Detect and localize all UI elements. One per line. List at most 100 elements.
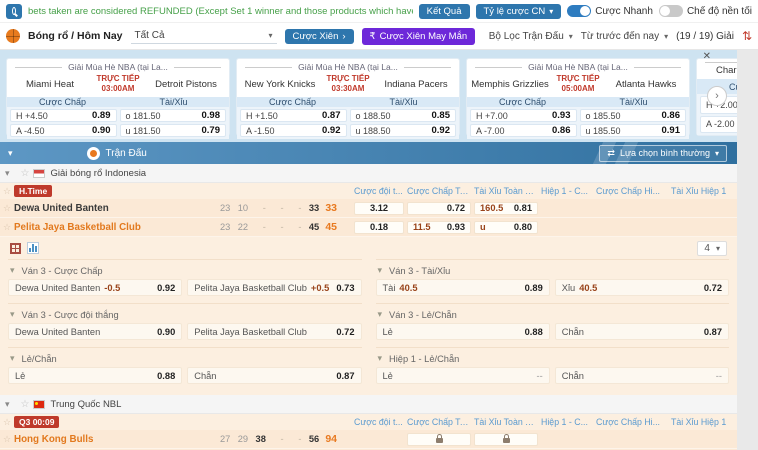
panel-header[interactable]: ▾Hiệp 1 - Lẻ/Chẵn xyxy=(376,350,730,367)
panel-header[interactable]: ▾Ván 3 - Cược đội thắng xyxy=(8,306,362,323)
chevron-down-icon: ▾ xyxy=(378,265,383,276)
live-match-card[interactable]: Giải Mùa Hè NBA (tại La... Miami Heat TR… xyxy=(6,58,230,136)
match-time: 03:00AM xyxy=(102,84,135,93)
favorite-star-icon[interactable]: ☆ xyxy=(21,168,30,179)
stats-chart-icon[interactable] xyxy=(27,242,39,254)
bet-cell[interactable]: Pelita Jaya Basketball Club0.72 xyxy=(187,323,361,340)
locked-odds-cell xyxy=(407,433,471,446)
bet-cell[interactable]: Chẵn-- xyxy=(555,367,729,384)
market-count-select[interactable]: 4▾ xyxy=(697,241,727,256)
odds-label: A -1.50 xyxy=(246,126,275,136)
odds-cell[interactable]: A -1.500.92 xyxy=(240,124,347,137)
odds-cell[interactable]: u 185.500.91 xyxy=(580,124,687,137)
grid-view-icon[interactable] xyxy=(10,243,21,254)
favorite-star-icon[interactable]: ☆ xyxy=(0,203,14,214)
odds-label: o 181.50 xyxy=(126,111,161,121)
close-icon[interactable]: ✕ xyxy=(703,52,711,62)
chevron-down-icon: ▾ xyxy=(715,149,719,158)
chevron-down-icon[interactable]: ▾ xyxy=(5,399,10,410)
odds-cell[interactable]: H +7.000.93 xyxy=(470,109,577,122)
overunder-line: u xyxy=(480,222,486,232)
dark-mode-toggle[interactable]: Chế độ nền tối xyxy=(659,5,752,17)
bet-cell[interactable]: Lẻ-- xyxy=(376,367,550,384)
carousel-next-button[interactable]: › xyxy=(707,86,727,106)
odds-cell[interactable]: A -7.000.86 xyxy=(470,124,577,137)
column-header: Hiệp 1 - C... xyxy=(541,417,593,427)
score-q3: - xyxy=(251,203,266,213)
card-league-name: Giải Mùa Hè NBA (tại La... xyxy=(237,59,459,73)
overunder-odds-cell[interactable]: u0.80 xyxy=(474,221,538,234)
filter-bar: Bóng rổ / Hôm Nay Tất Cả ▾ Cược Xiên› ₹C… xyxy=(0,23,758,50)
panel-header[interactable]: ▾Lẻ/Chẵn xyxy=(8,350,362,367)
panel-header[interactable]: ▾Ván 3 - Tài/Xỉu xyxy=(376,262,730,279)
league-header-china-nbl[interactable]: ▾ ☆ Trung Quốc NBL xyxy=(0,395,737,414)
bet-cell[interactable]: Lẻ0.88 xyxy=(8,367,182,384)
market-panel: ▾Ván 3 - Lẻ/Chẵn Lẻ0.88 Chẵn0.87 xyxy=(376,303,730,347)
live-match-card[interactable]: Giải Mùa Hè NBA (tại La... New York Knic… xyxy=(236,58,460,136)
odds-label: A -2.00 xyxy=(706,119,735,129)
lucky-parlay-button[interactable]: ₹Cược Xiên May Mắn xyxy=(362,28,476,45)
market-panel: ▾Hiệp 1 - Lẻ/Chẵn Lẻ-- Chẵn-- xyxy=(376,347,730,391)
bet-label: Lẻ xyxy=(15,371,25,381)
odds-label: H +1.50 xyxy=(246,111,278,121)
home-team: Memphis Grizzlies xyxy=(471,79,549,90)
panel-title: Ván 3 - Cược đội thắng xyxy=(22,310,119,320)
match-filter-dropdown[interactable]: Bộ Lọc Trận Đấu▾ xyxy=(489,31,573,42)
stopwatch-icon xyxy=(87,147,100,160)
odds-type-dropdown[interactable]: Tỷ lệ cược CN▾ xyxy=(476,4,562,19)
odds-cell[interactable]: o 185.500.86 xyxy=(580,109,687,122)
parlay-button[interactable]: Cược Xiên› xyxy=(285,29,354,44)
favorite-star-icon[interactable]: ☆ xyxy=(0,417,14,428)
odds-cell[interactable]: u 181.500.79 xyxy=(120,124,227,137)
time-filter-dropdown[interactable]: Từ trước đến nay▾ xyxy=(581,31,668,42)
handicap-odds-cell[interactable]: 11.50.93 xyxy=(407,221,471,234)
chevron-down-icon: ▾ xyxy=(569,32,573,41)
quick-bet-toggle[interactable]: Cược Nhanh xyxy=(567,5,653,17)
bet-cell[interactable]: Pelita Jaya Basketball Club+0.50.73 xyxy=(187,279,361,296)
odds-type-label: Tỷ lệ cược CN xyxy=(484,6,546,17)
odds-cell[interactable]: H +1.500.87 xyxy=(240,109,347,122)
live-match-card[interactable]: Giải Mùa Hè NBA (tại La... Memphis Grizz… xyxy=(466,58,690,136)
bet-cell[interactable]: Dewa United Banten0.90 xyxy=(8,323,182,340)
bet-label: Chẵn xyxy=(194,371,216,381)
favorite-star-icon[interactable]: ☆ xyxy=(0,434,14,445)
panel-header[interactable]: ▾Ván 3 - Lẻ/Chẵn xyxy=(376,306,730,323)
favorite-star-icon[interactable]: ☆ xyxy=(0,222,14,233)
odds-cell[interactable]: A -2.00 xyxy=(700,116,737,134)
search-button[interactable] xyxy=(6,4,22,19)
odds-value: 0.73 xyxy=(336,283,354,293)
overunder-odds-cell[interactable]: 160.50.81 xyxy=(474,202,538,215)
chevron-down-icon[interactable]: ▾ xyxy=(5,168,10,179)
live-time: TRỰC TIẾP03:30AM xyxy=(319,74,377,94)
odds-cell[interactable]: A -4.500.90 xyxy=(10,124,117,137)
odds-cell[interactable]: H +4.500.89 xyxy=(10,109,117,122)
results-button[interactable]: Kết Quả xyxy=(419,4,470,19)
bet-cell[interactable]: Chẵn0.87 xyxy=(187,367,361,384)
chevron-down-icon[interactable]: ▾ xyxy=(8,148,13,159)
bet-cell[interactable]: Chẵn0.87 xyxy=(555,323,729,340)
score-q2: 22 xyxy=(233,222,248,232)
lucky-parlay-label: Cược Xiên May Mắn xyxy=(380,31,468,42)
bet-cell[interactable]: Dewa United Banten-0.50.92 xyxy=(8,279,182,296)
odds-value: 0.89 xyxy=(92,110,111,121)
odds-cell[interactable]: o 188.500.85 xyxy=(350,109,457,122)
odds-value: 0.89 xyxy=(525,283,543,293)
league-select[interactable]: Tất Cả ▾ xyxy=(131,28,277,44)
bet-cell[interactable]: Xỉu40.50.72 xyxy=(555,279,729,296)
odds-cell[interactable]: u 188.500.92 xyxy=(350,124,457,137)
search-icon xyxy=(12,7,16,15)
moneyline-odds-cell[interactable]: 0.18 xyxy=(354,221,404,234)
odds-label: o 185.50 xyxy=(586,111,621,121)
panel-header[interactable]: ▾Ván 3 - Cược Chấp xyxy=(8,262,362,279)
favorite-star-icon[interactable]: ☆ xyxy=(0,186,14,197)
handicap-odds-cell[interactable]: 0.72 xyxy=(407,202,471,215)
handicap-header: Cược Chấp xyxy=(237,97,348,107)
odds-cell[interactable]: o 181.500.98 xyxy=(120,109,227,122)
bet-cell[interactable]: Lẻ0.88 xyxy=(376,323,550,340)
favorite-star-icon[interactable]: ☆ xyxy=(21,399,30,410)
sort-icon[interactable]: ⇅ xyxy=(742,30,752,42)
bet-cell[interactable]: Tài40.50.89 xyxy=(376,279,550,296)
league-header-indonesia[interactable]: ▾ ☆ Giải bóng rổ Indonesia xyxy=(0,164,737,183)
moneyline-odds-cell[interactable]: 3.12 xyxy=(354,202,404,215)
match-tools-row: 4▾ xyxy=(0,237,737,259)
